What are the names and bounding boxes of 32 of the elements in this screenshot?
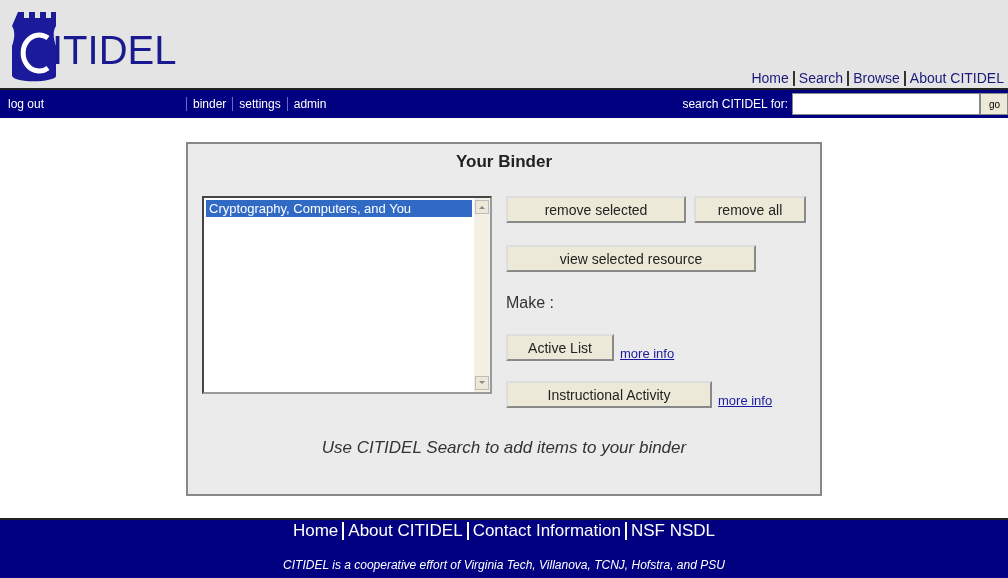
make-label: Make : xyxy=(506,294,555,312)
logo-text: ITIDEL xyxy=(52,30,177,70)
make-button[interactable]: Instructional Activity xyxy=(506,381,712,408)
go-button[interactable]: go xyxy=(980,93,1008,115)
footer-note: CITIDEL is a cooperative effort of Virginia Tech, Villanova, TCNJ, Hofstra, and PSU xyxy=(283,558,725,572)
nav-link[interactable]: NSF NSDL xyxy=(625,522,720,540)
search-field[interactable] xyxy=(792,93,980,115)
remove-selected-button[interactable]: remove selected xyxy=(506,196,686,223)
make-button[interactable]: Active List xyxy=(506,334,614,361)
nav-link[interactable]: About CITIDEL xyxy=(903,71,1008,86)
logout-link[interactable]: log out xyxy=(0,97,186,111)
nav-link[interactable]: settings xyxy=(232,97,287,111)
nav-link[interactable]: Contact Information xyxy=(466,522,625,540)
nav-link[interactable]: admin xyxy=(286,97,333,111)
more-info-link[interactable]: more info xyxy=(620,346,675,361)
panel-title: Your Binder xyxy=(455,152,553,172)
nav-link[interactable]: Home xyxy=(747,71,793,86)
scroll-down-icon[interactable] xyxy=(475,376,489,390)
scrollbar[interactable] xyxy=(474,198,490,392)
hint-text: Use CITIDEL Search to add items to your binder xyxy=(320,438,688,458)
search-label: search CITIDEL for: xyxy=(682,97,788,111)
binder-list[interactable]: Cryptography, Computers, and You xyxy=(202,196,492,394)
scroll-up-icon[interactable] xyxy=(475,200,489,214)
nav-link[interactable]: About CITIDEL xyxy=(342,522,467,540)
nav-link[interactable]: Home xyxy=(288,522,343,540)
nav-link[interactable]: Browse xyxy=(847,71,904,86)
view-resource-button[interactable]: view selected resource xyxy=(506,245,756,272)
nav-link[interactable]: binder xyxy=(186,97,233,111)
nav-link[interactable]: Search xyxy=(792,71,848,86)
list-item[interactable]: Cryptography, Computers, and You xyxy=(206,200,472,217)
remove-all-button[interactable]: remove all xyxy=(694,196,806,223)
more-info-link[interactable]: more info xyxy=(718,393,773,408)
